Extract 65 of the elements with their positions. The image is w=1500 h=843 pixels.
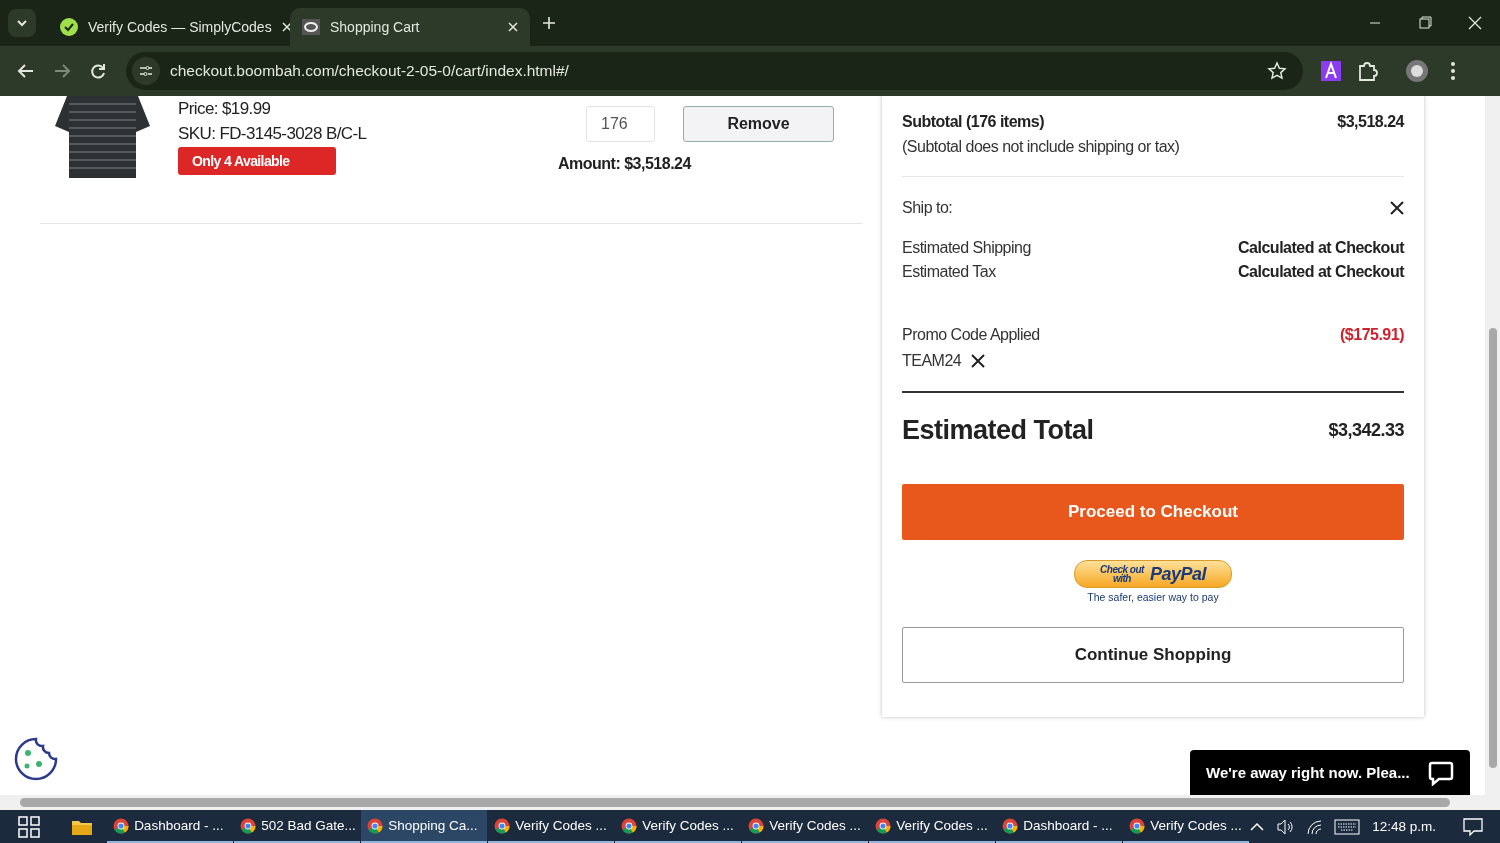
new-tab-icon[interactable] [542,16,556,30]
taskbar-item[interactable]: Verify Codes ... [488,810,615,843]
promo-code: TEAM24 [902,352,962,370]
site-favicon-icon [302,19,320,35]
taskbar-item[interactable]: Verify Codes ... [615,810,742,843]
vertical-scrollbar[interactable] [1485,96,1500,795]
paypal-tagline: The safer, easier way to pay [1087,591,1219,603]
subtotal-note: (Subtotal does not include shipping or tax) [902,138,1181,156]
profile-avatar-icon[interactable] [1403,57,1431,85]
tab-search-button[interactable] [8,9,36,37]
taskbar-item[interactable]: Dashboard - ... [107,810,234,843]
browser-icon [1002,817,1019,834]
subtotal-label: Subtotal (176 items) [902,113,1045,131]
taskbar-item[interactable]: Dashboard - ... [996,810,1123,843]
chat-bubble-icon [1428,759,1454,786]
summary-value: Calculated at Checkout [1238,263,1404,281]
browser-icon [113,817,130,834]
summary-label: Estimated Tax [902,263,996,281]
quantity-field[interactable]: 176 [586,106,655,142]
horizontal-scrollbar[interactable] [0,795,1500,810]
browser-icon [494,817,511,834]
taskbar-item[interactable]: 502 Bad Gate... [234,810,361,843]
subtotal-value: $3,518.24 [1337,113,1404,131]
summary-value: Calculated at Checkout [1238,239,1404,257]
taskbar-item[interactable]: Verify Codes ... [869,810,996,843]
folder-icon[interactable] [72,818,93,835]
notification-icon[interactable] [1462,816,1485,837]
total-label: Estimated Total [902,415,1094,446]
total-value: $3,342.33 [1328,420,1404,441]
promo-label: Promo Code Applied [902,326,1040,344]
promo-discount: ($175.91) [1340,326,1404,344]
browser-icon [240,817,257,834]
price-text: Price: $19.99 [178,98,272,120]
amount-text: Amount: $3,518.24 [558,155,693,173]
browser-icon [1129,817,1146,834]
browser-icon [748,817,765,834]
close-icon[interactable] [1390,201,1404,215]
continue-shopping-button[interactable]: Continue Shopping [902,627,1404,683]
chevron-icon [16,19,28,27]
summary-label: Estimated Shipping [902,239,1031,257]
remove-promo-icon[interactable] [971,354,986,368]
stock-badge: Only 4 Available [178,147,336,175]
checkout-button[interactable]: Proceed to Checkout [902,484,1404,540]
sku-text: SKU: FD-3145-3028 B/C-L [178,123,368,145]
bookmark-star-icon[interactable] [1267,61,1287,81]
speaker-icon[interactable] [1276,818,1295,835]
cookie-icon[interactable] [13,736,59,782]
taskbar-item[interactable]: Verify Codes ... [742,810,869,843]
browser-tab[interactable]: Shopping Cart [290,8,530,46]
taskbar-item[interactable]: Shopping Ca... [361,810,488,843]
browser-icon [621,817,638,834]
caret-icon[interactable] [1250,821,1265,832]
chat-widget[interactable]: We're away right now. Plea... [1190,750,1470,795]
ship-to-label: Ship to: [902,199,953,217]
browser-tab[interactable]: Verify Codes — SimplyCodes [48,8,288,46]
site-settings-icon[interactable] [132,57,160,85]
clock-text[interactable]: 12:48 p.m. [1372,819,1437,834]
task-view-icon[interactable] [17,815,40,838]
remove-button[interactable]: Remove [683,106,834,142]
address-bar[interactable]: checkout.boombah.com/checkout-2-05-0/cart/index.html#/ [126,52,1303,90]
browser-icon [875,817,892,834]
browser-icon [367,817,384,834]
keyboard-icon[interactable] [1334,818,1361,835]
taskbar-item[interactable]: Verify Codes ... [1123,810,1250,843]
wifi-icon[interactable] [1306,818,1323,835]
